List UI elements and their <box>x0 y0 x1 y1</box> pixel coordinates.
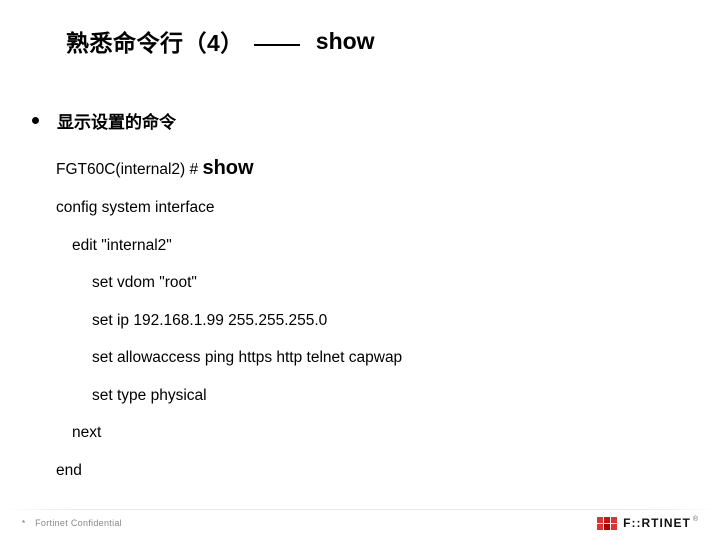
confidential-label: Fortinet Confidential <box>35 518 122 528</box>
page-number: * <box>22 519 25 528</box>
cli-line: set type physical <box>56 388 402 404</box>
fortinet-logo: F::RTINET ® <box>597 516 698 530</box>
cli-output: FGT60C(internal2) # show config system i… <box>56 158 402 500</box>
cli-line: edit "internal2" <box>56 238 402 254</box>
cli-prompt: FGT60C(internal2) # <box>56 161 198 178</box>
cli-line: next <box>56 425 402 441</box>
cli-line: config system interface <box>56 200 402 216</box>
bullet-icon <box>32 117 39 124</box>
registered-mark: ® <box>693 516 698 523</box>
footer-left: * Fortinet Confidential <box>22 518 122 528</box>
divider <box>0 509 720 510</box>
title-command: show <box>316 28 375 55</box>
cli-line: set allowaccess ping https http telnet c… <box>56 350 402 366</box>
cli-line: set ip 192.168.1.99 255.255.255.0 <box>56 313 402 329</box>
cli-line: end <box>56 463 402 479</box>
footer: * Fortinet Confidential F::RTINET ® <box>0 516 720 530</box>
title-dash-icon <box>254 44 300 46</box>
cli-line: set vdom "root" <box>56 275 402 291</box>
cli-command: show <box>202 157 253 179</box>
title-prefix: 熟悉命令行（4） <box>66 24 244 58</box>
slide: 熟悉命令行（4） show 显示设置的命令 FGT60C(internal2) … <box>0 0 720 540</box>
cli-prompt-line: FGT60C(internal2) # show <box>56 158 402 178</box>
fortinet-logo-icon <box>597 517 617 530</box>
fortinet-logo-text: F::RTINET <box>623 516 691 530</box>
bullet-text: 显示设置的命令 <box>57 108 176 133</box>
slide-title: 熟悉命令行（4） show <box>66 24 375 58</box>
bullet-item: 显示设置的命令 <box>32 108 176 133</box>
